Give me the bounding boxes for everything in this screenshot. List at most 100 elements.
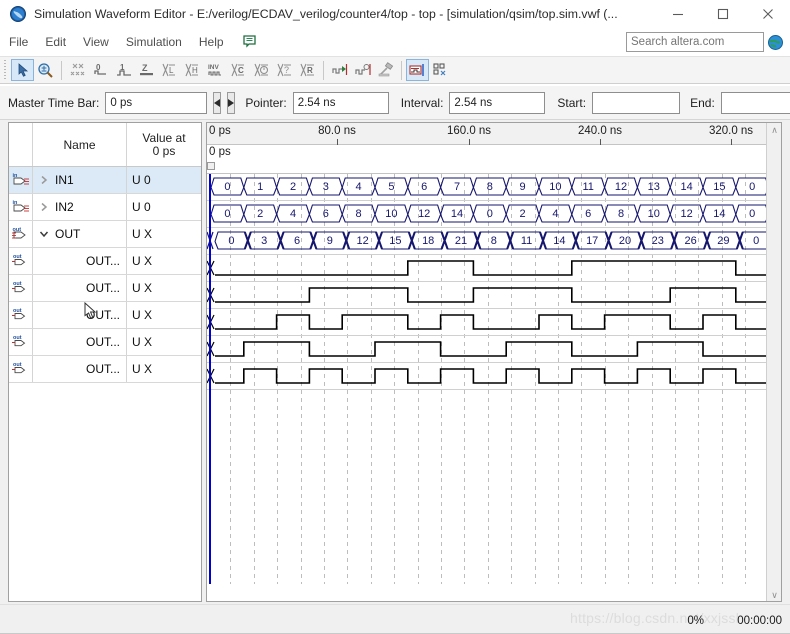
pointer-input[interactable] (292, 91, 389, 114)
bus-value-label: 17 (586, 234, 599, 247)
bus-value-label: 0 (486, 207, 493, 220)
close-button[interactable] (745, 0, 790, 28)
waveform-scroll-down[interactable]: ∨ (767, 588, 781, 601)
next-transition-button[interactable] (227, 91, 236, 114)
signal-name-cell-0[interactable]: IN1 (33, 167, 127, 193)
logic-h-icon[interactable]: H (181, 59, 204, 81)
waveform-vscrollbar[interactable]: ∧ ∨ (766, 123, 781, 601)
bus-value-label: 0 (224, 180, 231, 193)
minimize-button[interactable] (655, 0, 700, 28)
bus-value-label: 11 (582, 180, 594, 193)
signal-row-2[interactable]: out OUT U X (9, 221, 201, 248)
svg-text:L: L (169, 66, 174, 75)
question-icon[interactable]: ? (273, 59, 296, 81)
watermark-text: https://blog.csdn.net/xxjssl (570, 610, 740, 626)
svg-text:H: H (192, 66, 198, 75)
zoom-tool-button[interactable] (34, 59, 57, 81)
bus-value-label: 14 (553, 234, 566, 247)
logic-1-icon[interactable]: 1 (112, 59, 135, 81)
signal-row-1[interactable]: in IN2 U 0 (9, 194, 201, 221)
chevron-down-icon[interactable] (37, 227, 51, 241)
signal-list-panel: Name Value at 0 ps in IN1 U 0 in IN2 U 0 out OU… (8, 122, 202, 602)
chevron-right-icon[interactable] (37, 173, 51, 187)
bus-value-label: 6 (293, 234, 301, 247)
interval-input[interactable] (449, 91, 546, 114)
signal-name-cell-1[interactable]: IN2 (33, 194, 127, 220)
menu-simulation[interactable]: Simulation (118, 32, 190, 52)
chevron-right-icon[interactable] (37, 200, 51, 214)
signal-value-cell-1: U 0 (132, 200, 151, 214)
prev-transition-button[interactable] (213, 91, 222, 114)
invert-inv-icon[interactable]: INV (204, 59, 227, 81)
random-r-icon[interactable]: R (296, 59, 319, 81)
menu-edit[interactable]: Edit (37, 32, 74, 52)
signal-name-cell-4[interactable]: OUT... (33, 275, 127, 301)
signal-row-4[interactable]: out OUT... U X (9, 275, 201, 302)
master-time-cursor-line[interactable] (209, 174, 211, 584)
master-time-bar-handle[interactable] (207, 162, 215, 170)
signal-row-7[interactable]: out OUT... U X (9, 356, 201, 383)
signal-name-cell-2[interactable]: OUT (33, 221, 127, 247)
sort-hammer-icon[interactable] (374, 59, 397, 81)
end-input[interactable] (720, 91, 790, 114)
menu-help[interactable]: Help (191, 32, 232, 52)
input-pin-icon: in (9, 167, 33, 193)
waveform-row-OUT[1][interactable] (207, 336, 781, 363)
waveform-canvas[interactable]: 0123456789101112131415010246810121402468… (207, 174, 781, 584)
bus-value-label: 8 (486, 180, 493, 193)
signal-name-cell-3[interactable]: OUT... (33, 248, 127, 274)
signal-value-cell-3: U X (132, 254, 153, 268)
waveform-row-OUT[3][interactable] (207, 282, 781, 309)
time-ruler[interactable]: 0 ps 80.0 ns 160.0 ns 240.0 ns 320.0 ns (207, 123, 781, 145)
signal-name-cell-7[interactable]: OUT... (33, 356, 127, 382)
waveform-row-OUT[2][interactable] (207, 309, 781, 336)
selection-tool-button[interactable] (11, 59, 34, 81)
unknown-x-icon[interactable] (66, 59, 89, 81)
signal-row-0[interactable]: in IN1 U 0 (9, 167, 201, 194)
logic-l-icon[interactable]: L (158, 59, 181, 81)
bus-value-label: 0 (224, 207, 231, 220)
bus-value-label: 8 (355, 207, 362, 220)
snap-grid-icon[interactable] (328, 59, 351, 81)
bus-value-label: 3 (322, 180, 329, 193)
search-input[interactable] (626, 32, 764, 52)
node-finder-icon[interactable] (429, 59, 452, 81)
maximize-button[interactable] (700, 0, 745, 28)
run-waveform-icon[interactable] (406, 59, 429, 81)
svg-text:?: ? (284, 65, 289, 75)
bus-value-label: 12 (614, 180, 628, 193)
ruler-tick-label-1: 80.0 ns (318, 125, 356, 137)
clock-icon[interactable] (250, 59, 273, 81)
bus-value-label: 11 (520, 234, 533, 247)
start-input[interactable] (592, 91, 681, 114)
waveform-row-OUT[0][interactable] (207, 363, 781, 390)
signal-row-6[interactable]: out OUT... U X (9, 329, 201, 356)
ruler-tick-label-2: 160.0 ns (446, 125, 492, 137)
snap-transition-icon[interactable] (351, 59, 374, 81)
signal-label: IN1 (55, 173, 74, 187)
waveform-row-OUT[4][interactable] (207, 255, 781, 282)
menu-bar: File Edit View Simulation Help (0, 28, 790, 56)
flag-icon[interactable] (240, 33, 260, 51)
signal-row-5[interactable]: out OUT... U X (9, 302, 201, 329)
globe-icon[interactable] (767, 34, 784, 51)
waveform-row-IN1[interactable]: 012345678910111213141501 (207, 174, 781, 201)
master-time-bar-input[interactable] (105, 91, 208, 114)
menu-file[interactable]: File (1, 32, 36, 52)
output-bit-icon: out (9, 275, 33, 301)
toolbar-grip[interactable] (3, 60, 9, 80)
waveform-row-IN2[interactable]: 024681012140246810121402 (207, 201, 781, 228)
output-bit-icon: out (9, 302, 33, 328)
signal-label: OUT... (85, 254, 120, 268)
bus-value-label: 6 (585, 207, 592, 220)
count-c-icon[interactable]: C (227, 59, 250, 81)
waveform-row-OUT[interactable]: 03691215182181114172023262903 (207, 228, 781, 255)
signal-name-cell-5[interactable]: OUT... (33, 302, 127, 328)
signal-row-3[interactable]: out OUT... U X (9, 248, 201, 275)
waveform-scroll-up[interactable]: ∧ (767, 123, 781, 138)
signal-name-cell-6[interactable]: OUT... (33, 329, 127, 355)
svg-text:R: R (307, 66, 313, 75)
logic-0-icon[interactable]: 0 (89, 59, 112, 81)
menu-view[interactable]: View (75, 32, 117, 52)
logic-z-icon[interactable]: Z (135, 59, 158, 81)
